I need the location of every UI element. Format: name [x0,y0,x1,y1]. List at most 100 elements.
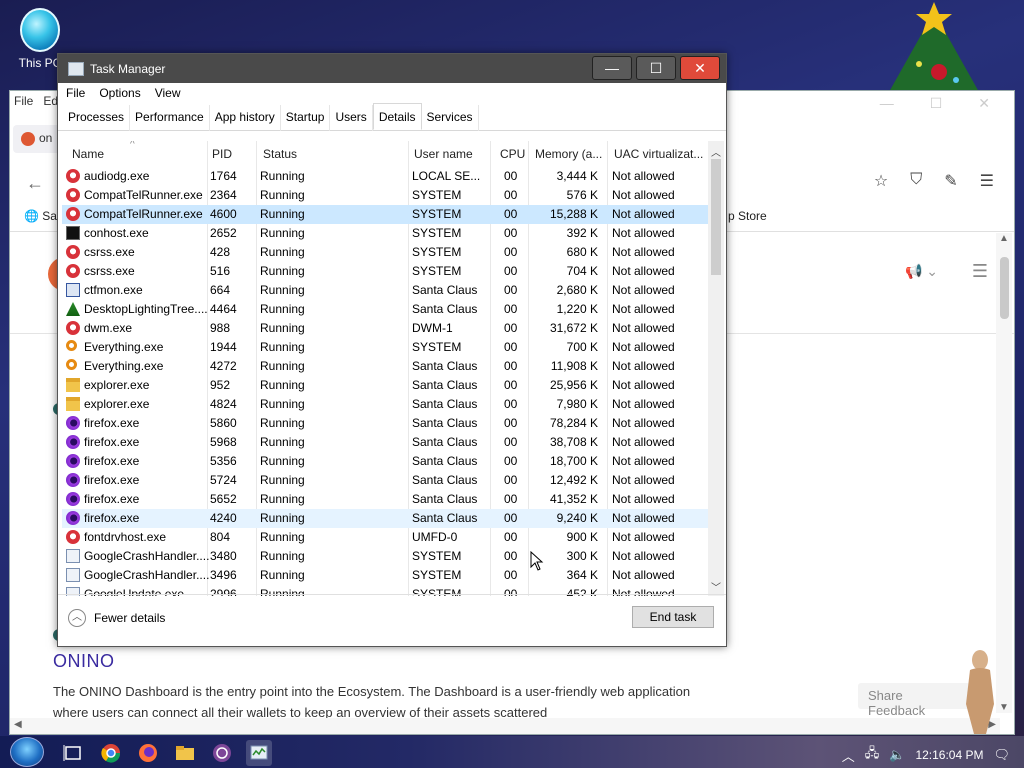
speaker-icon[interactable]: 🔈 [889,747,905,763]
maximize-button[interactable]: ☐ [636,56,676,80]
network-icon[interactable]: 🖧 [865,744,880,766]
table-row[interactable]: dwm.exe 988 Running DWM-1 00 31,672 K Not allo… [62,319,708,338]
table-row[interactable]: firefox.exe 5968 Running Santa Claus 00 38,70… [62,433,708,452]
table-row[interactable]: explorer.exe 4824 Running Santa Claus 00 7,98… [62,395,708,414]
browser-menu-edit[interactable]: Ed [43,94,58,110]
scroll-thumb[interactable] [711,159,721,275]
process-pid: 1944 [210,340,237,354]
fewer-details-button[interactable]: ︿ Fewer details [68,609,165,627]
tab-startup[interactable]: Startup [281,105,331,131]
column-header-name[interactable]: Name [72,147,104,161]
site-menu-icon[interactable]: ☰ [972,261,988,282]
tab-processes[interactable]: Processes [63,105,131,131]
process-cpu: 00 [504,416,518,430]
chevron-up-icon: ︿ [68,609,86,627]
table-row[interactable]: GoogleCrashHandler.... 3496 Running SYSTEM 0… [62,566,708,585]
clock[interactable]: 12:16:04 PM [915,748,983,762]
megaphone-icon[interactable]: 📢 ⌄ [905,263,938,280]
chevron-up-icon[interactable]: ︿ [842,746,855,765]
browser-minimize-icon[interactable]: — [880,95,894,112]
store-bookmark[interactable]: p Store [728,209,767,223]
process-status: Running [260,416,305,430]
process-user: Santa Claus [412,473,478,487]
table-row[interactable]: Everything.exe 4272 Running Santa Claus 00 11… [62,357,708,376]
browser-close-icon[interactable]: ✕ [978,95,990,112]
table-row[interactable]: firefox.exe 5652 Running Santa Claus 00 41,35… [62,490,708,509]
bookmark-star-icon[interactable]: ☆ [874,171,888,191]
menu-options[interactable]: Options [99,86,140,102]
firefox-icon[interactable] [135,740,161,766]
notification-icon[interactable]: 🗨 [993,747,1010,763]
browser-vertical-scrollbar[interactable]: ▲ ▼ [996,233,1012,713]
extension-icon[interactable]: ✎ [944,171,957,191]
scroll-up-icon[interactable]: ▲ [999,233,1009,244]
table-row[interactable]: firefox.exe 5724 Running Santa Claus 00 12,49… [62,471,708,490]
column-header-status[interactable]: Status [263,147,297,161]
back-arrow-icon[interactable]: ← [26,173,44,194]
section-paragraph: The ONINO Dashboard is the entry point i… [53,684,691,720]
table-row[interactable]: csrss.exe 428 Running SYSTEM 00 680 K Not allo… [62,243,708,262]
scroll-down-icon[interactable]: ﹀ [711,579,721,594]
column-header-user[interactable]: User name [414,147,473,161]
process-icon [66,264,80,278]
table-row[interactable]: CompatTelRunner.exe 4600 Running SYSTEM 00 15… [62,205,708,224]
table-row[interactable]: audiodg.exe 1764 Running LOCAL SE... 00 3,444… [62,167,708,186]
menu-file[interactable]: File [66,86,85,102]
tab-details[interactable]: Details [372,103,422,130]
tor-browser-icon[interactable] [209,740,235,766]
process-uac: Not allowed [612,511,675,525]
file-explorer-icon[interactable] [172,740,198,766]
table-row[interactable]: firefox.exe 5860 Running Santa Claus 00 78,28… [62,414,708,433]
table-row[interactable]: DesktopLightingTree.... 4464 Running Santa … [62,300,708,319]
minimize-button[interactable]: — [592,56,632,80]
start-orb-icon[interactable] [10,737,44,767]
table-vertical-scrollbar[interactable]: ︿ ﹀ [708,141,724,596]
task-manager-icon[interactable] [246,740,272,766]
scroll-left-icon[interactable]: ◀ [14,719,22,730]
menu-icon[interactable]: ☰ [980,171,994,191]
chrome-icon[interactable] [98,740,124,766]
bookmark-item[interactable]: 🌐 Sa [24,209,57,223]
table-row[interactable]: explorer.exe 952 Running Santa Claus 00 25,95… [62,376,708,395]
process-icon [66,473,80,487]
close-button[interactable]: ✕ [680,56,720,80]
process-user: SYSTEM [412,226,462,240]
process-icon [66,302,80,316]
process-uac: Not allowed [612,188,675,202]
tab-app-history[interactable]: App history [210,105,281,131]
shield-icon[interactable]: ⛉ [910,171,922,191]
table-row[interactable]: GoogleCrashHandler.... 3480 Running SYSTEM 0… [62,547,708,566]
table-row[interactable]: ctfmon.exe 664 Running Santa Claus 00 2,680 K… [62,281,708,300]
tab-services[interactable]: Services [422,105,479,131]
column-header-memory[interactable]: Memory (a... [535,147,602,161]
mouse-cursor-icon [530,551,544,571]
process-cpu: 00 [504,340,518,354]
browser-menu-file[interactable]: File [14,94,33,110]
task-view-icon[interactable] [60,740,86,766]
scroll-up-icon[interactable]: ︿ [711,144,721,159]
column-header-row: ^ Name PID Status User name CPU Memory (… [62,141,724,167]
browser-horizontal-scrollbar[interactable]: ◀ ▶ [10,718,1000,734]
table-row[interactable]: csrss.exe 516 Running SYSTEM 00 704 K Not allo… [62,262,708,281]
menu-view[interactable]: View [155,86,181,102]
tab-performance[interactable]: Performance [130,105,210,131]
table-row[interactable]: fontdrvhost.exe 804 Running UMFD-0 00 900 K No… [62,528,708,547]
process-uac: Not allowed [612,340,675,354]
tab-users[interactable]: Users [330,105,373,131]
process-status: Running [260,359,305,373]
table-row[interactable]: conhost.exe 2652 Running SYSTEM 00 392 K Not a… [62,224,708,243]
process-uac: Not allowed [612,435,675,449]
column-header-pid[interactable]: PID [212,147,232,161]
table-row[interactable]: CompatTelRunner.exe 2364 Running SYSTEM 00 57… [62,186,708,205]
column-header-uac[interactable]: UAC virtualizat... [614,147,703,161]
browser-maximize-icon[interactable]: ☐ [930,95,943,112]
share-feedback-button[interactable]: Share Feedback [858,683,970,718]
end-task-button[interactable]: End task [632,606,714,628]
column-header-cpu[interactable]: CPU [500,147,525,161]
process-status: Running [260,169,305,183]
table-row[interactable]: firefox.exe 5356 Running Santa Claus 00 18,70… [62,452,708,471]
table-row[interactable]: firefox.exe 4240 Running Santa Claus 00 9,240… [62,509,708,528]
scroll-thumb[interactable] [1000,257,1009,319]
table-row[interactable]: Everything.exe 1944 Running SYSTEM 00 700 K No… [62,338,708,357]
process-cpu: 00 [504,530,518,544]
